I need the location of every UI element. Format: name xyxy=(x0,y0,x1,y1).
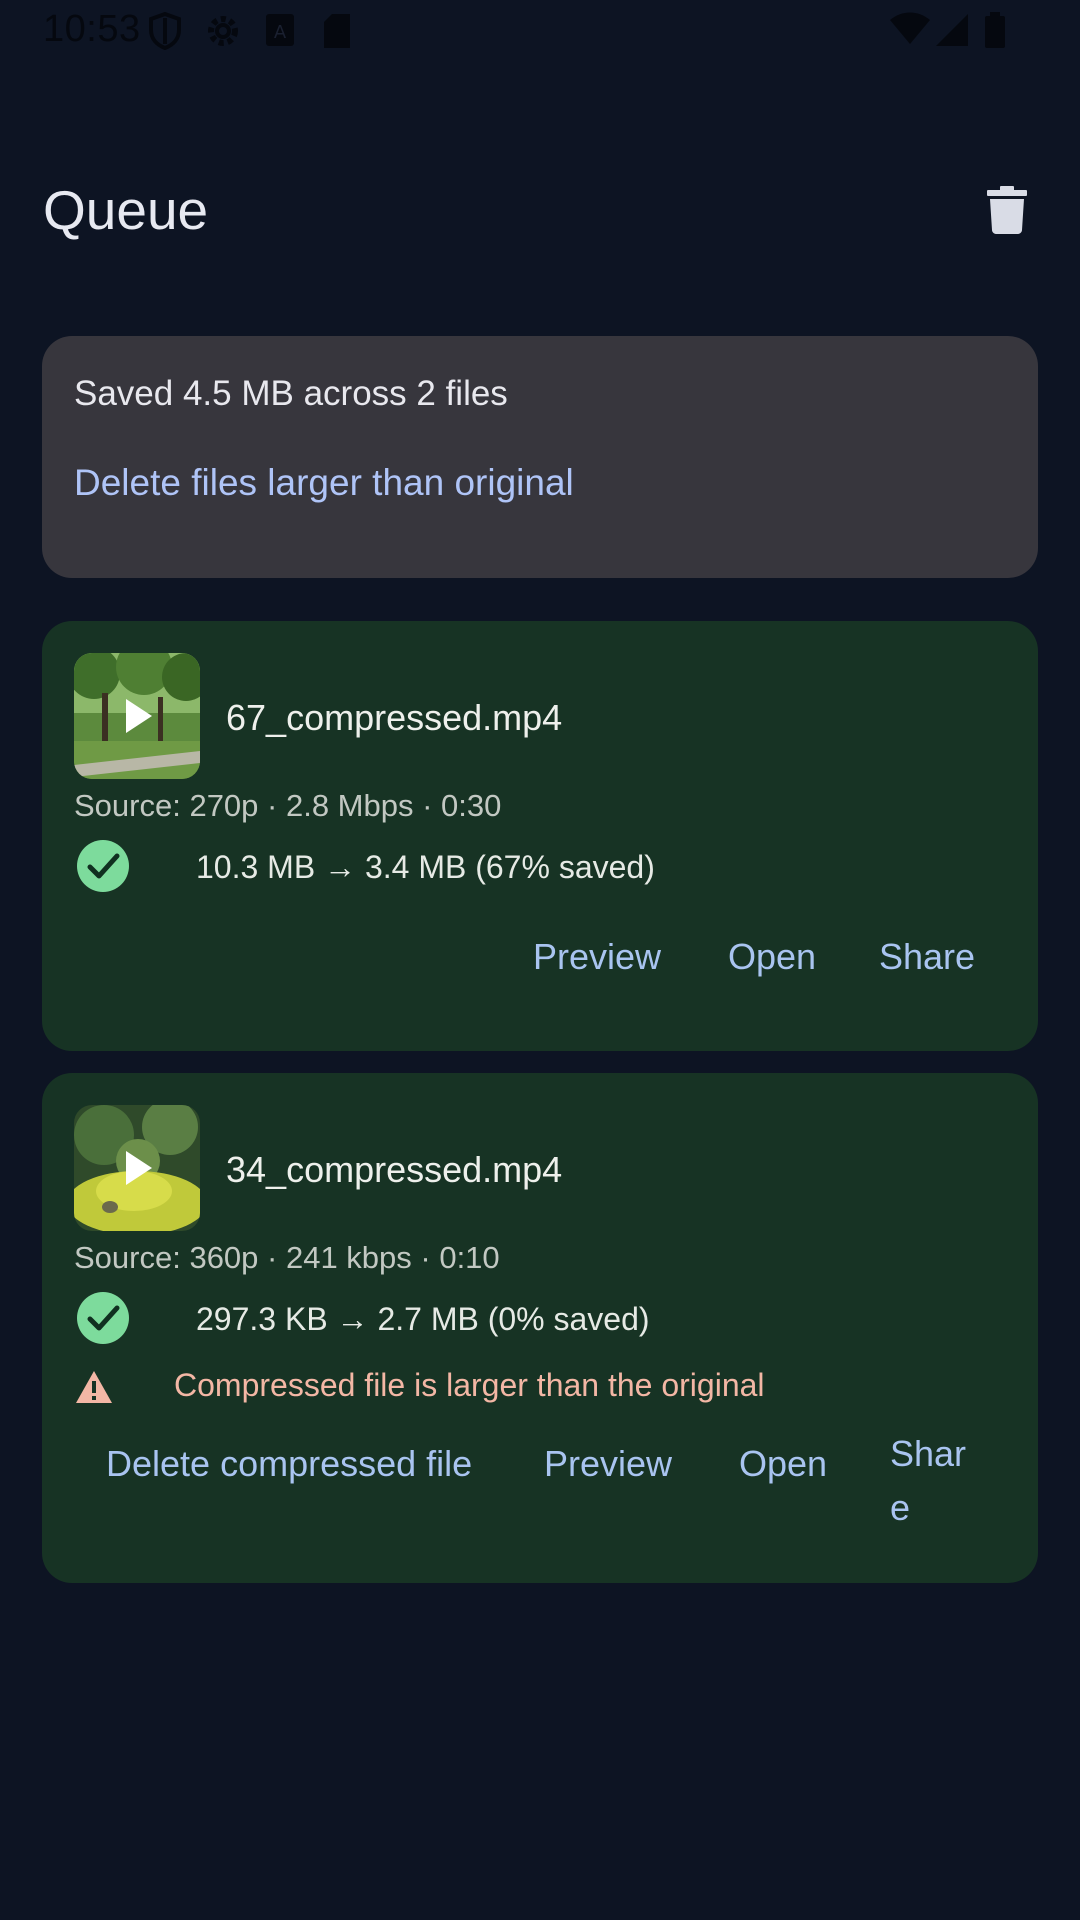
compression-result: 10.3 MB → 3.4 MB (67% saved) xyxy=(76,835,976,895)
page-title: Queue xyxy=(43,179,209,241)
open-button[interactable]: Open xyxy=(739,1443,827,1485)
size-change: 297.3 KB → 2.7 MB (0% saved) xyxy=(196,1301,650,1337)
compression-result: 297.3 KB → 2.7 MB (0% saved) xyxy=(76,1287,976,1347)
file-name: 67_compressed.mp4 xyxy=(226,697,563,738)
file-card: 67_compressed.mp4 Source: 270p · 2.8 Mbp… xyxy=(42,621,1038,1051)
share-label-line-1: Shar xyxy=(890,1433,967,1474)
file-card: 34_compressed.mp4 Source: 360p · 241 kbp… xyxy=(42,1073,1038,1583)
warning-text: Compressed file is larger than the origi… xyxy=(174,1367,765,1403)
preview-button[interactable]: Preview xyxy=(544,1443,672,1485)
font-icon: A xyxy=(264,12,296,53)
source-info: Source: 270p · 2.8 Mbps · 0:30 xyxy=(74,788,502,823)
wifi-icon xyxy=(888,12,932,51)
battery-icon xyxy=(984,12,1006,53)
video-thumbnail[interactable] xyxy=(74,653,200,779)
gear-icon xyxy=(204,12,242,55)
delete-icon xyxy=(987,186,1027,234)
savings-summary: Saved 4.5 MB across 2 files xyxy=(74,374,508,413)
delete-larger-files-link[interactable]: Delete files larger than original xyxy=(74,462,574,504)
warning-icon xyxy=(76,1371,112,1403)
clear-queue-button[interactable] xyxy=(980,178,1034,242)
sd-card-icon xyxy=(322,12,352,55)
cellular-signal-icon xyxy=(934,12,970,53)
play-icon xyxy=(126,699,152,733)
status-time: 10:53 xyxy=(43,8,141,50)
delete-compressed-file-button[interactable]: Delete compressed file xyxy=(106,1443,472,1485)
share-label-line-2: e xyxy=(890,1487,911,1528)
source-info: Source: 360p · 241 kbps · 0:10 xyxy=(74,1240,500,1275)
summary-card: Saved 4.5 MB across 2 files Delete files… xyxy=(42,336,1038,578)
file-name: 34_compressed.mp4 xyxy=(226,1149,563,1190)
video-thumbnail[interactable] xyxy=(74,1105,200,1231)
svg-text:A: A xyxy=(274,22,287,43)
share-button[interactable]: Shar e xyxy=(890,1427,966,1535)
check-circle-icon xyxy=(77,840,129,892)
size-change: 10.3 MB → 3.4 MB (67% saved) xyxy=(196,849,655,885)
check-circle-icon xyxy=(77,1292,129,1344)
warning-message: Compressed file is larger than the origi… xyxy=(74,1363,974,1411)
top-app-bar: Queue xyxy=(0,150,1080,270)
play-icon xyxy=(126,1151,152,1185)
open-button[interactable]: Open xyxy=(728,936,816,978)
preview-button[interactable]: Preview xyxy=(533,936,661,978)
status-bar: 10:53 A xyxy=(0,0,1080,62)
share-button[interactable]: Share xyxy=(879,936,975,978)
shield-icon xyxy=(148,11,182,55)
